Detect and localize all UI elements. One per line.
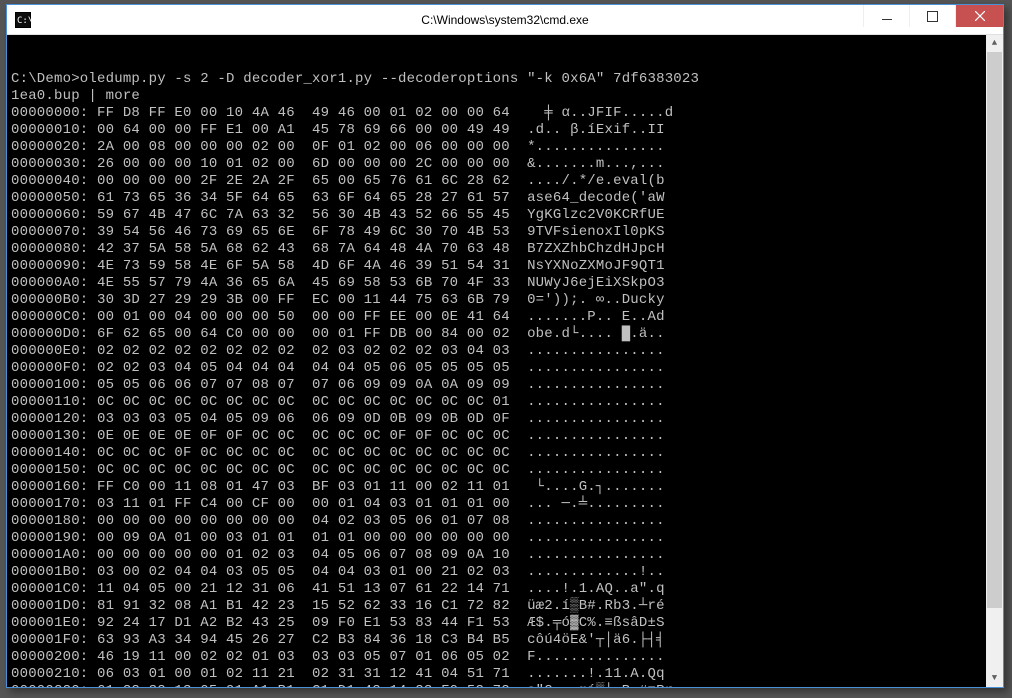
window-controls xyxy=(863,5,1003,34)
terminal-content: C:\Demo>oledump.py -s 2 -D decoder_xor1.… xyxy=(11,71,999,687)
window-title: C:\Windows\system32\cmd.exe xyxy=(7,13,1003,27)
cmd-icon: C:\ xyxy=(15,12,31,28)
scrollbar[interactable]: ▲ ▼ xyxy=(986,35,1003,687)
scroll-track[interactable] xyxy=(986,52,1003,670)
scroll-thumb[interactable] xyxy=(987,52,1002,608)
svg-text:C:\: C:\ xyxy=(17,16,31,26)
cmd-window: C:\ C:\Windows\system32\cmd.exe C:\Demo>… xyxy=(6,4,1004,688)
scroll-up-button[interactable]: ▲ xyxy=(986,35,1003,52)
scroll-down-button[interactable]: ▼ xyxy=(986,670,1003,687)
terminal-area[interactable]: C:\Demo>oledump.py -s 2 -D decoder_xor1.… xyxy=(7,35,1003,687)
titlebar[interactable]: C:\ C:\Windows\system32\cmd.exe xyxy=(7,5,1003,35)
minimize-button[interactable] xyxy=(863,5,909,27)
close-button[interactable] xyxy=(955,5,1003,27)
maximize-button[interactable] xyxy=(909,5,955,27)
